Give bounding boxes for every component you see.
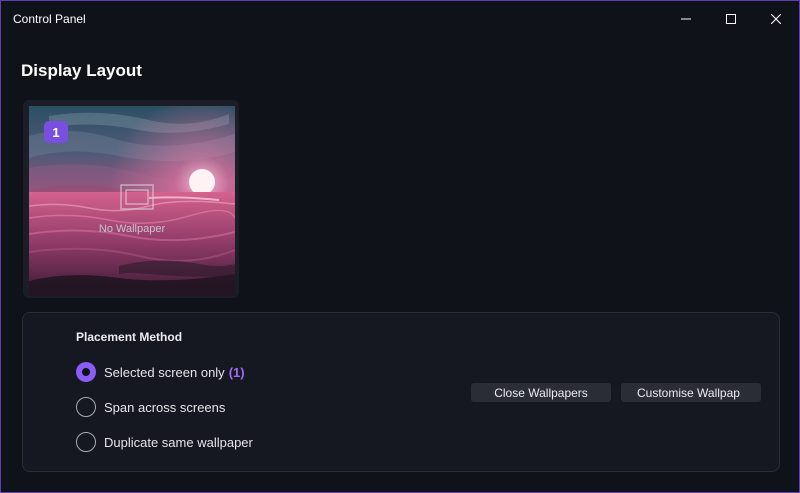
placement-panel: Placement Method Selected screen only (1)…: [22, 312, 780, 472]
radio-indicator[interactable]: [76, 397, 96, 417]
close-icon: [771, 14, 781, 24]
customise-wallpaper-button[interactable]: Customise Wallpap: [621, 383, 761, 402]
minimize-button[interactable]: [663, 1, 709, 37]
radio-duplicate-same-wallpaper[interactable]: Duplicate same wallpaper: [76, 431, 253, 453]
radio-indicator[interactable]: [76, 432, 96, 452]
control-panel-window: Control Panel Display Layout 1 No Wallpa…: [0, 0, 800, 493]
radio-span-across-screens[interactable]: Span across screens: [76, 396, 225, 418]
placement-method-title: Placement Method: [76, 330, 183, 344]
radio-label: Selected screen only (1): [104, 364, 245, 380]
minimize-icon: [681, 18, 691, 20]
screen-number-badge: 1: [44, 121, 68, 143]
radio-label: Duplicate same wallpaper: [104, 434, 253, 450]
radio-label: Span across screens: [104, 399, 226, 415]
monitor-card-1[interactable]: 1 No Wallpaper: [23, 100, 239, 298]
maximize-icon: [726, 14, 736, 24]
maximize-button[interactable]: [708, 1, 754, 37]
wallpaper-preview: 1 No Wallpaper: [29, 106, 235, 296]
radio-indicator[interactable]: [76, 362, 96, 382]
close-button[interactable]: [753, 1, 799, 37]
title-bar[interactable]: Control Panel: [1, 1, 799, 37]
monitor-frame-icon: [120, 184, 154, 210]
page-title: Display Layout: [21, 61, 142, 80]
no-wallpaper-label: No Wallpaper: [98, 223, 166, 235]
radio-selected-screen-only[interactable]: Selected screen only (1): [76, 361, 245, 383]
close-wallpapers-button[interactable]: Close Wallpapers: [471, 383, 611, 402]
screen-count: (1): [228, 364, 245, 380]
window-title: Control Panel: [13, 12, 86, 26]
